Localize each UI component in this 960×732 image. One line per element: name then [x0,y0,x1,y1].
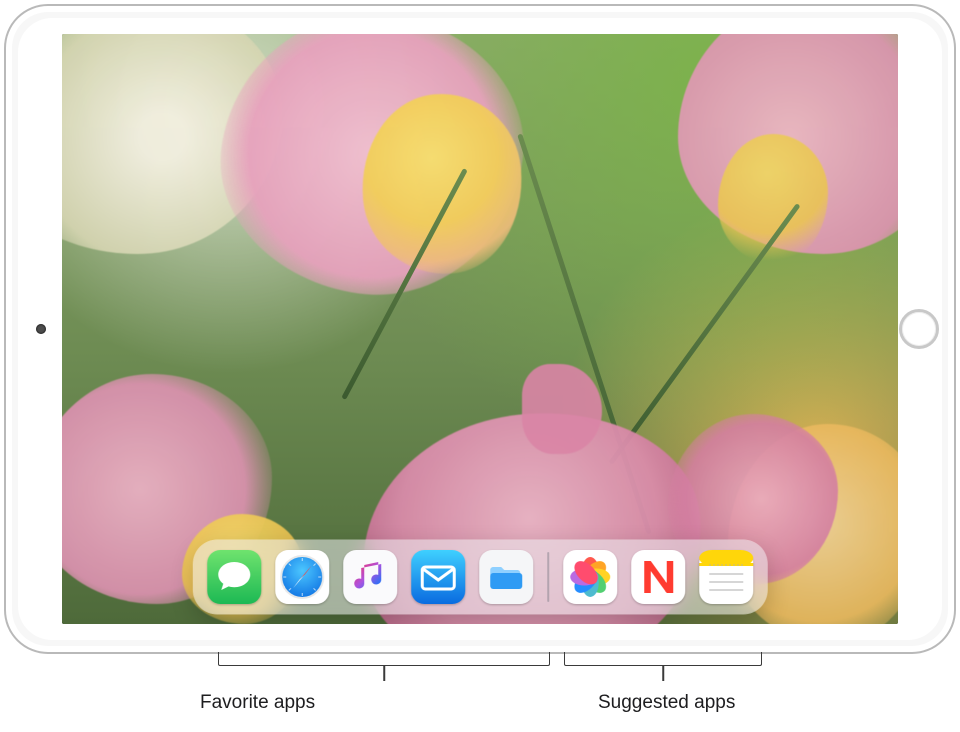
app-messages[interactable] [207,550,261,604]
app-mail[interactable] [411,550,465,604]
safari-icon [275,550,329,604]
dock [193,540,767,614]
photos-icon [563,550,617,604]
messages-icon [207,550,261,604]
app-files[interactable] [479,550,533,604]
app-music[interactable] [343,550,397,604]
callout-bracket-favorites [218,652,550,666]
mail-icon [411,550,465,604]
news-icon [631,550,685,604]
notes-icon [699,550,753,604]
annotation-callouts: Favorite apps Suggested apps [0,652,960,728]
app-photos[interactable] [563,550,617,604]
home-screen-wallpaper [62,34,898,624]
app-notes[interactable] [699,550,753,604]
ipad-device-frame [4,4,956,654]
dock-separator [547,552,549,602]
front-camera [36,324,46,334]
callout-bracket-suggested [564,652,762,666]
callout-label-suggested: Suggested apps [598,692,735,714]
callout-label-favorites: Favorite apps [200,692,315,714]
ipad-screen [62,34,898,624]
music-icon [343,550,397,604]
home-button[interactable] [899,309,939,349]
app-safari[interactable] [275,550,329,604]
files-icon [479,550,533,604]
app-news[interactable] [631,550,685,604]
